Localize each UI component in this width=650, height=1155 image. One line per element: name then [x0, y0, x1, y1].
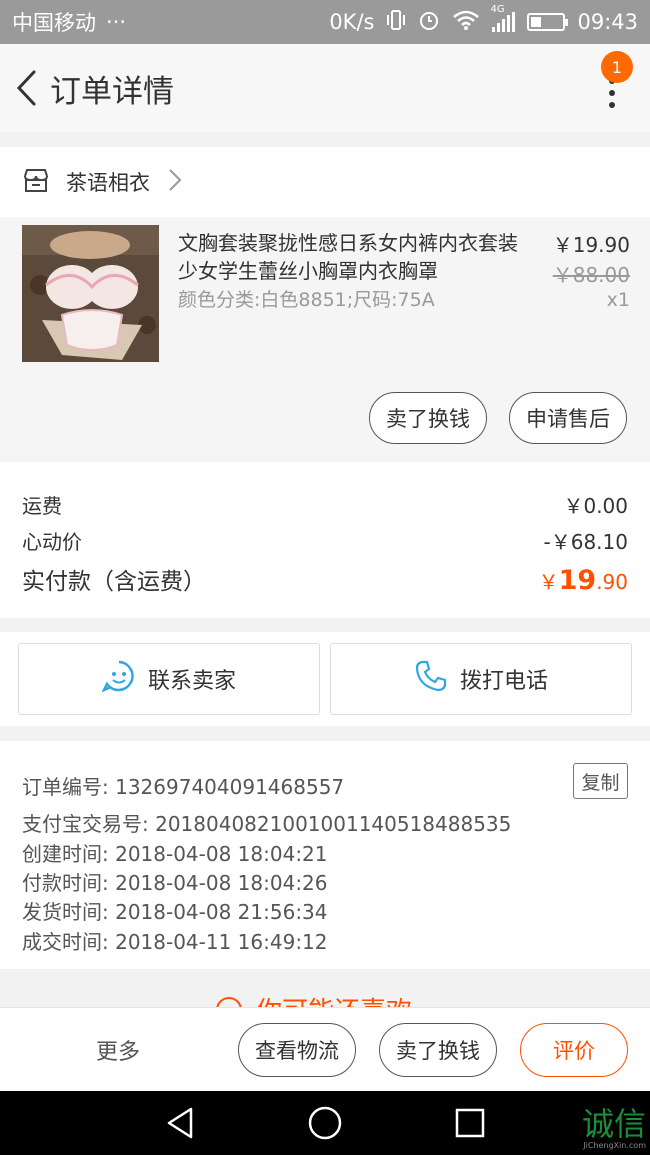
product-original-price: ￥88.00 [552, 263, 630, 287]
chevron-right-icon [168, 168, 182, 196]
network-type: 4G [490, 4, 505, 15]
total-decimal: .90 [596, 570, 628, 594]
app-header: 订单详情 1 [0, 44, 650, 132]
product-price: ￥19.90 [552, 233, 630, 257]
product-title[interactable]: 文胸套装聚拢性感日系女内裤内衣套装少女学生蕾丝小胸罩内衣胸罩 [178, 229, 518, 285]
net-speed: 0K/s [329, 10, 375, 34]
shipped-time: 发货时间: 2018-04-08 21:56:34 [22, 900, 328, 924]
contact-seller-label: 联系卖家 [147, 669, 236, 694]
alarm-icon [418, 9, 440, 36]
battery-icon [527, 13, 569, 31]
created-time: 创建时间: 2018-04-08 18:04:21 [22, 842, 328, 866]
product-item[interactable]: 文胸套装聚拢性感日系女内裤内衣套装少女学生蕾丝小胸罩内衣胸罩 颜色分类:白色88… [0, 217, 650, 462]
watermark-sub: JiChengXin.com [583, 1141, 646, 1150]
product-thumbnail[interactable] [22, 225, 159, 362]
carrier-label: 中国移动 [12, 11, 96, 35]
store-icon [22, 167, 50, 197]
phone-icon [414, 659, 448, 699]
view-logistics-button[interactable]: 查看物流 [238, 1023, 356, 1077]
completed-time: 成交时间: 2018-04-11 16:49:12 [22, 930, 328, 954]
total-value: ￥19.90 [539, 565, 628, 596]
contact-seller-button[interactable]: 联系卖家 [18, 643, 320, 715]
total-currency: ￥ [538, 570, 559, 594]
shipping-value: ￥0.00 [563, 494, 628, 518]
recommendation-peek: 你可能还喜欢 [0, 969, 650, 1009]
fee-summary: 运费 ￥0.00 心动价 -￥68.10 实付款（含运费） ￥19.90 [0, 462, 650, 618]
vibrate-icon [386, 9, 406, 36]
resell-bottom-button[interactable]: 卖了换钱 [379, 1023, 497, 1077]
chat-smile-icon [101, 659, 136, 699]
signal-icon: 4G [490, 4, 516, 32]
call-button[interactable]: 拨打电话 [330, 643, 632, 715]
nav-recents-icon[interactable] [452, 1105, 488, 1141]
total-row: 实付款（含运费） ￥19.90 [22, 562, 628, 596]
page-title: 订单详情 [50, 73, 174, 110]
notification-badge: 1 [601, 51, 633, 83]
discount-value: -￥68.10 [543, 530, 628, 554]
status-bar: 中国移动 ··· 0K/s 4G 09:43 [0, 0, 650, 44]
system-nav-bar: 诚信 JiChengXin.com [0, 1091, 650, 1155]
nav-home-icon[interactable] [307, 1105, 343, 1141]
bottom-action-bar: 更多 查看物流 卖了换钱 评价 [0, 1007, 650, 1091]
discount-label: 心动价 [22, 530, 82, 554]
shipping-label: 运费 [22, 494, 62, 518]
alipay-trade-number[interactable]: 支付宝交易号: 2018040821001001140518488535 [22, 808, 511, 837]
wifi-icon [452, 9, 480, 36]
contact-section: 联系卖家 拨打电话 [0, 632, 650, 726]
order-info: 订单编号: 132697404091468557 支付宝交易号: 2018040… [0, 741, 650, 969]
back-icon[interactable] [6, 68, 46, 108]
order-number[interactable]: 订单编号: 132697404091468557 [22, 771, 344, 800]
discount-row: 心动价 -￥68.10 [22, 526, 628, 555]
paid-time: 付款时间: 2018-04-08 18:04:26 [22, 871, 328, 895]
shop-row[interactable]: 茶语相衣 [0, 147, 650, 217]
copy-button[interactable]: 复制 [573, 763, 628, 799]
nav-back-icon[interactable] [163, 1105, 199, 1141]
shipping-row: 运费 ￥0.00 [22, 490, 628, 519]
after-sales-button[interactable]: 申请售后 [509, 392, 627, 444]
watermark-text: 诚信 [581, 1105, 646, 1143]
product-spec: 颜色分类:白色8851;尺码:75A [178, 289, 435, 311]
clock: 09:43 [577, 10, 638, 34]
resell-button[interactable]: 卖了换钱 [369, 392, 487, 444]
total-integer: 19 [558, 565, 597, 596]
shop-name: 茶语相衣 [66, 171, 150, 195]
review-button[interactable]: 评价 [520, 1023, 628, 1077]
notification-dots: ··· [106, 10, 127, 34]
total-label: 实付款（含运费） [22, 569, 206, 595]
call-label: 拨打电话 [459, 669, 548, 694]
watermark-logo: 诚信 JiChengXin.com [582, 1099, 646, 1150]
more-link[interactable]: 更多 [96, 1034, 140, 1066]
product-quantity: x1 [606, 289, 630, 311]
